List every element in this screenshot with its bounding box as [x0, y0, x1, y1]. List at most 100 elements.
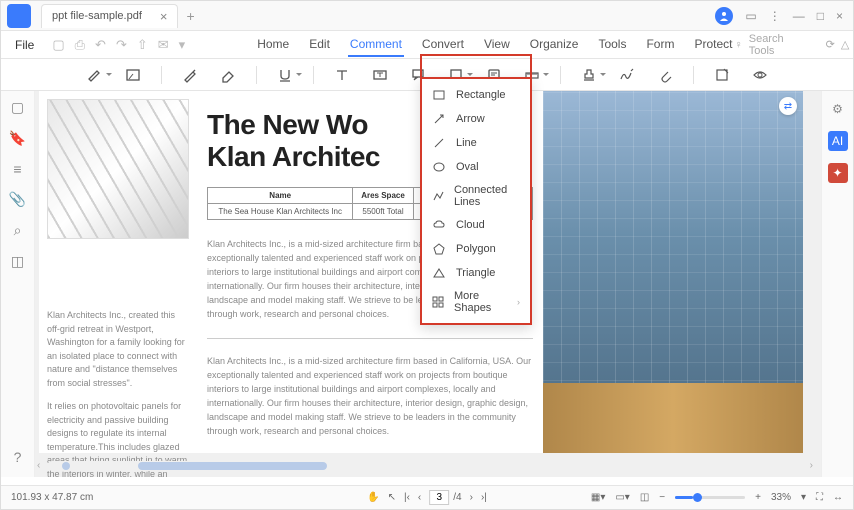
menu-cloud[interactable]: Cloud — [422, 213, 530, 237]
tab-form[interactable]: Form — [644, 33, 676, 57]
document-tab[interactable]: ppt file-sample.pdf × — [41, 4, 178, 28]
page-input[interactable] — [429, 490, 449, 505]
search-tools[interactable]: ♀ Search Tools ⟳ △ — [734, 33, 854, 57]
mail-icon[interactable]: ✉ — [158, 37, 169, 53]
tab-tools[interactable]: Tools — [596, 33, 628, 57]
highlighter-tool[interactable] — [85, 65, 105, 85]
minimize-icon[interactable]: — — [793, 9, 805, 23]
manage-comments-tool[interactable] — [712, 65, 732, 85]
compare-icon[interactable]: ⇄ — [779, 97, 797, 115]
td-name: The Sea House Klan Architects Inc — [208, 204, 353, 220]
collapse-ribbon-icon[interactable]: △ — [841, 38, 849, 51]
ai-assistant-icon[interactable]: AI — [828, 131, 848, 151]
chevron-down-icon[interactable]: ▾ — [179, 37, 186, 53]
menu-rectangle[interactable]: Rectangle — [422, 83, 530, 107]
fit-page-icon[interactable]: ▦▾ — [591, 492, 605, 503]
tab-comment[interactable]: Comment — [348, 33, 404, 57]
undo-icon[interactable]: ↶ — [95, 37, 106, 53]
menu-more-shapes[interactable]: More Shapes› — [422, 285, 530, 319]
export-icon[interactable]: ⇧ — [137, 37, 148, 53]
hide-comments-tool[interactable] — [750, 65, 770, 85]
separator — [313, 66, 314, 84]
print-icon[interactable]: ⎙ — [75, 37, 85, 53]
scroll-marker — [62, 462, 70, 470]
menu-connected-lines[interactable]: Connected Lines — [422, 179, 530, 213]
menu-polygon[interactable]: Polygon — [422, 237, 530, 261]
fields-icon[interactable]: ◫ — [11, 253, 24, 270]
pencil-tool[interactable] — [180, 65, 200, 85]
save-icon[interactable]: ▢ — [52, 37, 64, 53]
menu-arrow[interactable]: Arrow — [422, 107, 530, 131]
prev-page-icon[interactable]: ‹ — [418, 492, 421, 503]
zoom-in-icon[interactable]: + — [755, 492, 761, 503]
tab-convert[interactable]: Convert — [420, 33, 466, 57]
select-tool-icon[interactable]: ↖ — [388, 492, 396, 503]
horizontal-scrollbar[interactable]: ‹ › — [47, 461, 803, 471]
scroll-right-icon[interactable]: › — [810, 460, 813, 471]
menu-line[interactable]: Line — [422, 131, 530, 155]
tab-protect[interactable]: Protect — [692, 33, 734, 57]
attachments-icon[interactable]: 📎 — [9, 191, 26, 208]
ai-tool-icon[interactable]: ✦ — [828, 163, 848, 183]
fullscreen-icon[interactable]: ⛶ — [816, 492, 823, 503]
grid-icon — [432, 295, 444, 309]
cloud-icon — [432, 218, 446, 232]
user-avatar[interactable] — [715, 7, 733, 25]
bookmarks-icon[interactable]: 🔖 — [9, 130, 26, 147]
tab-view[interactable]: View — [482, 33, 512, 57]
left-sidebar: ▢ 🔖 ≡ 📎 ⌕ ◫ ? — [1, 91, 35, 477]
ribbon-tabs: Home Edit Comment Convert View Organize … — [255, 33, 734, 57]
text-tool[interactable] — [332, 65, 352, 85]
close-window-icon[interactable]: × — [836, 9, 843, 23]
first-page-icon[interactable]: |‹ — [404, 492, 410, 503]
help-icon[interactable]: ? — [14, 449, 22, 465]
bulb-icon: ♀ — [734, 39, 742, 51]
hand-tool-icon[interactable]: ✋ — [367, 492, 379, 503]
zoom-slider[interactable] — [675, 496, 745, 499]
divider — [207, 338, 533, 339]
tab-edit[interactable]: Edit — [307, 33, 332, 57]
layers-icon[interactable]: ≡ — [13, 161, 21, 177]
last-page-icon[interactable]: ›| — [481, 492, 487, 503]
underline-tool[interactable] — [275, 65, 295, 85]
td-area: 5500ft Total — [353, 204, 413, 220]
cloud-sync-icon[interactable]: ⟳ — [826, 38, 835, 51]
zoom-value: 33% — [771, 492, 791, 503]
th-name: Name — [208, 188, 353, 204]
close-tab-icon[interactable]: × — [160, 9, 168, 24]
file-menu[interactable]: File — [7, 38, 42, 52]
titlebar: ppt file-sample.pdf × + ▭ ⋮ — □ × — [1, 1, 853, 31]
search-sidebar-icon[interactable]: ⌕ — [14, 222, 22, 239]
thumbnails-icon[interactable]: ▢ — [11, 99, 24, 116]
attachment-tool[interactable] — [655, 65, 675, 85]
zoom-dropdown-icon[interactable]: ▾ — [801, 492, 806, 503]
col1-para1: Klan Architects Inc., created this off-g… — [47, 309, 189, 390]
zoom-out-icon[interactable]: − — [659, 492, 665, 503]
th-area: Ares Space — [353, 188, 413, 204]
textbox-tool[interactable] — [370, 65, 390, 85]
add-tab-icon[interactable]: + — [186, 8, 194, 24]
eraser-tool[interactable] — [218, 65, 238, 85]
panel-icon[interactable]: ▭ — [745, 9, 756, 23]
tab-organize[interactable]: Organize — [528, 33, 581, 57]
separator — [693, 66, 694, 84]
signature-tool[interactable] — [617, 65, 637, 85]
more-icon[interactable]: ⋮ — [769, 9, 781, 23]
menu-oval[interactable]: Oval — [422, 155, 530, 179]
view-controls: ▦▾ ▭▾ ◫ − + 33% ▾ ⛶ ↔ — [591, 492, 843, 503]
redo-icon[interactable]: ↷ — [116, 37, 127, 53]
scroll-thumb[interactable] — [138, 462, 327, 470]
next-page-icon[interactable]: › — [470, 492, 473, 503]
stamp-tool[interactable] — [579, 65, 599, 85]
tab-home[interactable]: Home — [255, 33, 291, 57]
scroll-left-icon[interactable]: ‹ — [37, 460, 40, 471]
fit-width-icon[interactable]: ↔ — [833, 492, 843, 503]
maximize-icon[interactable]: □ — [817, 9, 824, 23]
layout-icon[interactable]: ▭▾ — [615, 492, 629, 503]
read-mode-icon[interactable]: ◫ — [640, 492, 649, 503]
area-highlight-tool[interactable] — [123, 65, 143, 85]
properties-icon[interactable]: ⚙ — [828, 99, 848, 119]
separator — [560, 66, 561, 84]
menu-triangle[interactable]: Triangle — [422, 261, 530, 285]
column-left: Klan Architects Inc., created this off-g… — [39, 91, 197, 453]
